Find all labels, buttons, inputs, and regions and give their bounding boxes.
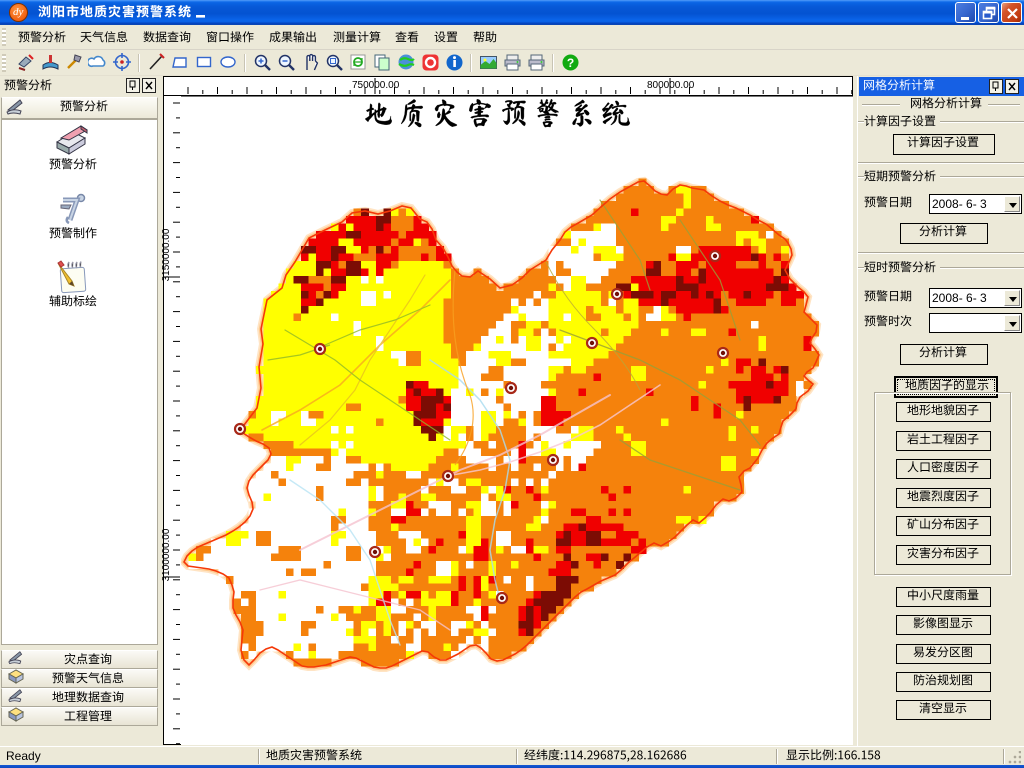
svg-text:3150000.00: 3150000.00 — [161, 228, 172, 281]
svg-text:3100000.00: 3100000.00 — [161, 528, 172, 581]
